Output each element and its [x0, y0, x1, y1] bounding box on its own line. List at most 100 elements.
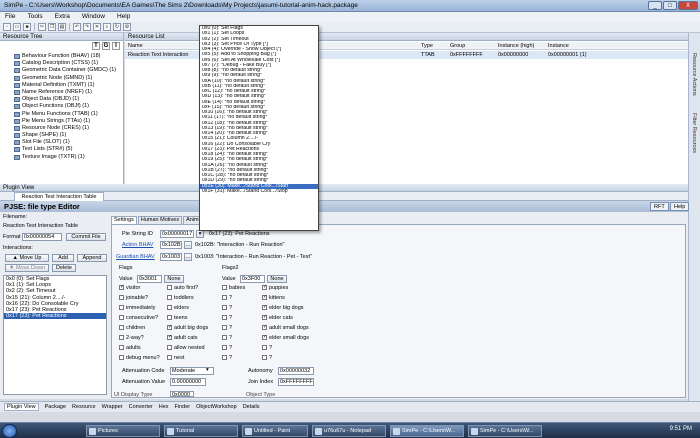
flag2-checkbox[interactable]: elder small dogs [262, 334, 309, 342]
paste-icon[interactable]: ▤ [58, 23, 66, 31]
open-guardian-button[interactable]: … [184, 253, 192, 261]
flag2-checkbox[interactable]: ? [262, 355, 272, 362]
flag-checkbox[interactable]: consecutive? [119, 315, 158, 322]
filter-resources-tab[interactable]: Filter Resources [691, 113, 697, 153]
tree-item[interactable]: Text Lists (STR#) (5) [0, 146, 124, 153]
dropdown-item[interactable]: 0x1F (31): Make.../Stand Cool.../Stop [200, 189, 318, 194]
flag-checkbox[interactable]: elders [167, 305, 189, 312]
commit-file-button[interactable]: Commit File [66, 233, 106, 241]
start-button-icon[interactable] [2, 424, 17, 438]
tab-object-workshop[interactable]: ObjectWorkshop [196, 404, 237, 410]
flags2-value-field[interactable]: 0x3F00 [240, 275, 265, 283]
tree-item[interactable]: Texture Image (TXTR) (1) [0, 154, 124, 161]
chevron-down-icon[interactable]: ▾ [196, 230, 204, 238]
flag2-checkbox[interactable]: ? [222, 335, 232, 342]
tab-plugin-view[interactable]: Plugin View [4, 403, 39, 411]
flag-checkbox[interactable]: adult cats [167, 334, 198, 342]
flag-checkbox[interactable]: adults [119, 345, 141, 352]
cut-icon[interactable]: ✂ [38, 23, 46, 31]
tree-item[interactable]: Name Reference (NREF) (1) [0, 89, 124, 96]
flag2-checkbox[interactable]: ? [222, 345, 232, 352]
action-bhav-link[interactable]: Action BHAV [122, 242, 153, 248]
flag2-checkbox[interactable]: ? [222, 295, 232, 302]
flag2-checkbox[interactable]: puppies [262, 284, 288, 292]
flag2-checkbox[interactable]: adult small dogs [262, 324, 309, 332]
delete-icon[interactable]: ✕ [93, 23, 101, 31]
format-field[interactable]: 0x00000054 [22, 233, 62, 241]
menu-extra[interactable]: Extra [55, 12, 70, 22]
column-instance-high[interactable]: Instance (high) [498, 42, 534, 50]
refresh-icon[interactable]: ↻ [113, 23, 121, 31]
tree-item[interactable]: Shape (SHPE) (1) [0, 132, 124, 139]
taskbar-item[interactable]: Untitled - Paint [242, 425, 308, 437]
flag-checkbox[interactable]: visitor [119, 284, 140, 292]
close-button[interactable]: X [678, 1, 698, 10]
flag2-checkbox[interactable]: ? [262, 345, 272, 352]
flag-checkbox[interactable]: nest [167, 355, 184, 362]
flag-checkbox[interactable]: adult big dogs [167, 324, 208, 332]
plugin-tab[interactable]: Reaction Test Interaction Table [14, 192, 104, 201]
flag-checkbox[interactable]: debug menu? [119, 355, 160, 362]
flag-checkbox[interactable]: toddlers [167, 295, 194, 302]
open-icon[interactable]: ▭ [13, 23, 21, 31]
tab-settings[interactable]: Settings [111, 216, 137, 224]
flags-none-button[interactable]: None [164, 275, 184, 283]
column-name[interactable]: Name [128, 42, 143, 50]
minimize-button[interactable]: _ [648, 1, 662, 10]
tab-hex[interactable]: Hex [159, 404, 169, 410]
add-button[interactable]: Add [52, 254, 74, 262]
tab-wrapper[interactable]: Wrapper [102, 404, 123, 410]
menu-window[interactable]: Window [82, 12, 105, 22]
attenuation-value-field[interactable]: 0.00000000 [170, 378, 206, 386]
menu-file[interactable]: File [5, 12, 15, 22]
flag-checkbox[interactable]: 2-way? [119, 335, 144, 342]
taskbar-item[interactable]: Pictures [86, 425, 160, 437]
pie-string-dropdown[interactable]: 0x0 (0): Set Flags 0x1 (1): Set Loops 0x… [199, 25, 319, 231]
tree-item[interactable]: Pie Menu Strings (TTAs) (1) [0, 118, 124, 125]
search-icon[interactable]: ⌕ [103, 23, 111, 31]
flag2-checkbox[interactable]: ? [222, 325, 232, 332]
tree-item[interactable]: Resource Node (CRES) (1) [0, 125, 124, 132]
flag-checkbox[interactable]: immediately [119, 305, 155, 312]
tree-item[interactable]: Catalog Description (CTSS) (1) [0, 60, 124, 67]
flag2-checkbox[interactable]: ? [222, 305, 232, 312]
tree-group-toggle[interactable]: G [102, 42, 110, 50]
flags-value-field[interactable]: 0x3001 [137, 275, 162, 283]
taskbar-item[interactable]: SimPe - C:\Users\W... [468, 425, 542, 437]
delete-button[interactable]: Delete [52, 264, 76, 272]
maximize-button[interactable]: □ [663, 1, 677, 10]
resource-actions-tab[interactable]: Resource Actions [691, 53, 697, 96]
tree-item[interactable]: Behaviour Function (BHAV) (18) [0, 53, 124, 60]
flag-checkbox[interactable]: joinable? [119, 295, 148, 302]
tab-finder[interactable]: Finder [175, 404, 191, 410]
flags2-none-button[interactable]: None [267, 275, 287, 283]
column-instance[interactable]: Instance [548, 42, 569, 50]
move-down-button[interactable]: ▼ Move Down [5, 264, 49, 272]
flag-checkbox[interactable]: children [119, 325, 145, 332]
tree-type-toggle[interactable]: T [92, 42, 100, 50]
undo-icon[interactable]: ↶ [73, 23, 81, 31]
flag2-checkbox[interactable]: elder cats [262, 314, 293, 322]
append-button[interactable]: Append [77, 254, 107, 262]
flag2-checkbox[interactable]: ? [222, 315, 232, 322]
join-index-field[interactable]: 0xFFFFFFFF [278, 378, 314, 386]
copy-icon[interactable]: ❐ [48, 23, 56, 31]
menu-tools[interactable]: Tools [27, 12, 42, 22]
guardian-bhav-field[interactable]: 0x1003 [160, 253, 182, 261]
flag2-checkbox[interactable]: babies [222, 285, 245, 292]
flag-checkbox[interactable]: teens [167, 315, 187, 322]
tree-item[interactable]: Object Data (OBJD) (1) [0, 96, 124, 103]
menu-help[interactable]: Help [117, 12, 130, 22]
flag2-checkbox[interactable]: kittens [262, 294, 285, 302]
tab-human-motives[interactable]: Human Motives [137, 216, 183, 224]
column-group[interactable]: Group [450, 42, 465, 50]
taskbar-item-active[interactable]: SimPe - C:\Users\W... [390, 425, 464, 437]
guardian-bhav-link[interactable]: Guardian BHAV [116, 254, 155, 260]
tab-package[interactable]: Package [45, 404, 66, 410]
move-up-button[interactable]: ▲ Move Up [5, 254, 49, 262]
tree-item[interactable]: Material Definition (TXMT) (1) [0, 82, 124, 89]
ui-display-field[interactable]: 0x0000 [170, 391, 194, 398]
tree-item[interactable]: Geometric Data Container (GMDC) (1) [0, 67, 124, 74]
help-button[interactable]: Help [670, 202, 690, 211]
rft-button[interactable]: RFT [650, 202, 669, 211]
